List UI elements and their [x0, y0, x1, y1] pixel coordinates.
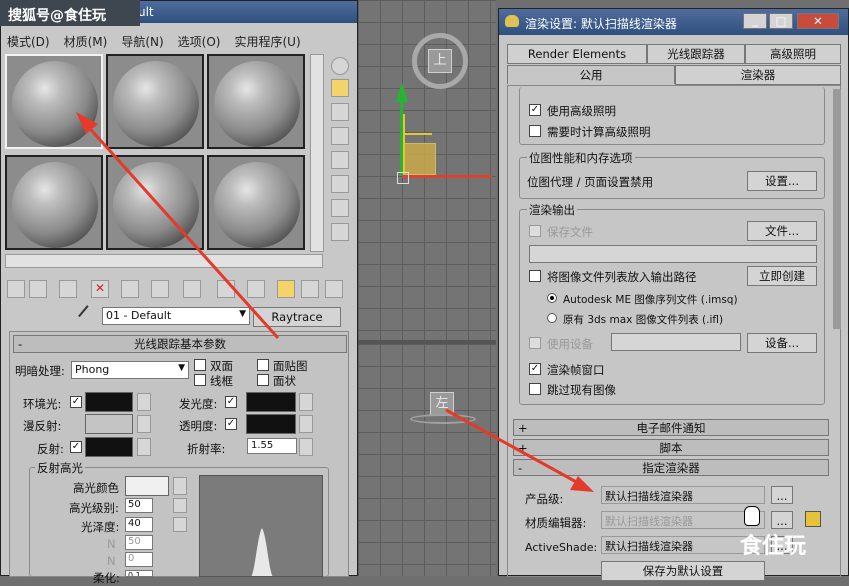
arrow-line-1	[82, 120, 280, 340]
annotation-arrows	[76, 112, 594, 492]
arrow-line-2	[445, 408, 581, 486]
arrowhead-1	[76, 112, 98, 134]
arrowhead-2	[570, 476, 594, 492]
watermark-bottom: 食住玩	[740, 534, 807, 559]
